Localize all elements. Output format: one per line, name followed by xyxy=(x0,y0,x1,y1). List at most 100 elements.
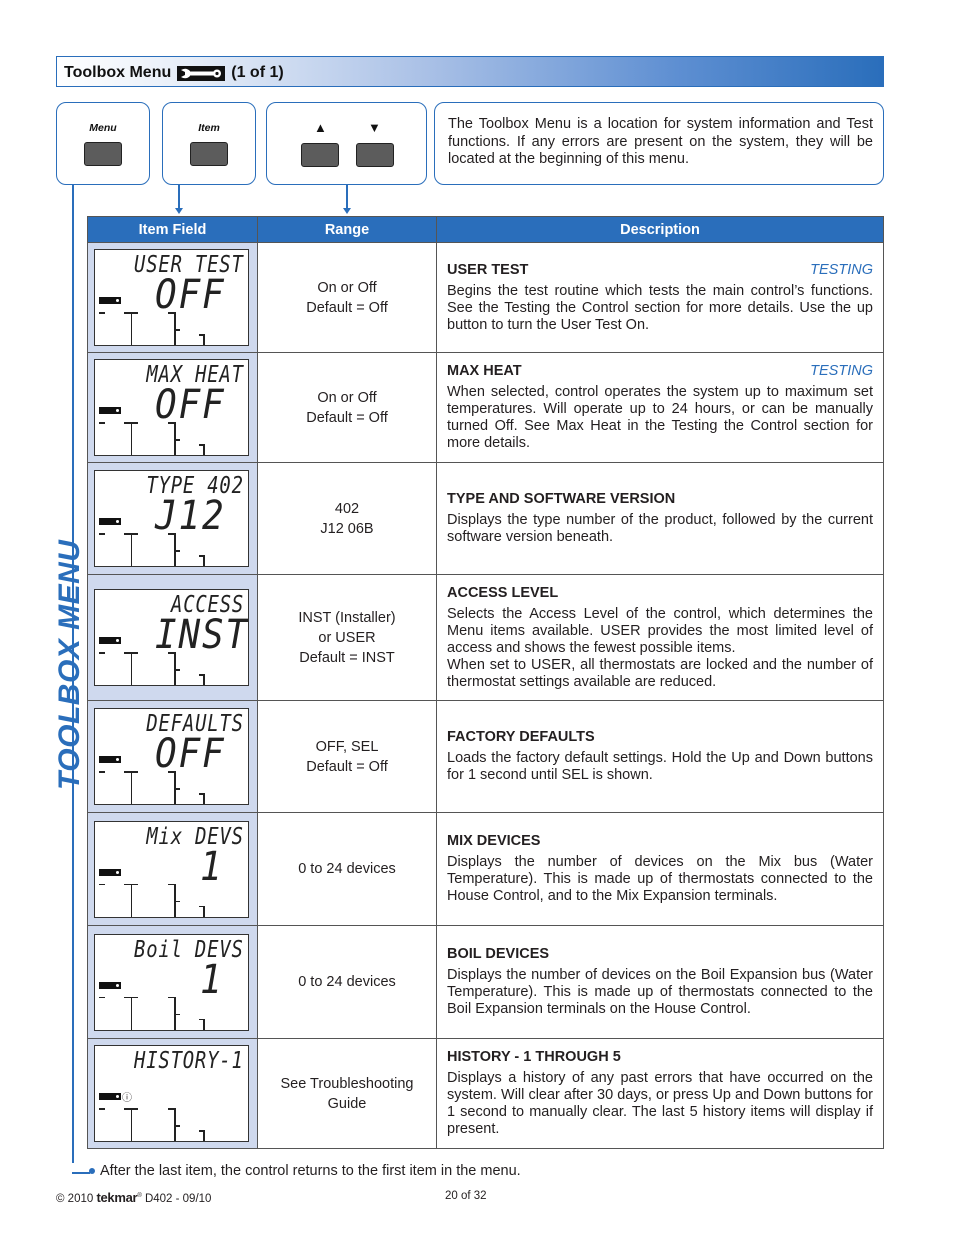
description-text: When set to USER, all thermostats are lo… xyxy=(447,656,873,690)
lcd-segment xyxy=(130,996,132,1030)
table-row: MAX HEAT OFF On or Off Default = Off MAX … xyxy=(87,352,884,463)
menu-button[interactable] xyxy=(84,142,122,166)
lcd-top-text: Mix DEVS xyxy=(146,823,244,850)
description-cell: ACCESS LEVEL Selects the Access Level of… xyxy=(436,574,884,701)
lcd-segment xyxy=(99,422,105,424)
lcd-display: DEFAULTS OFF xyxy=(94,708,249,805)
range-line: On or Off xyxy=(317,389,377,406)
lcd-segment xyxy=(99,771,105,773)
lcd-display: Boil DEVS 1 xyxy=(94,933,249,1031)
lcd-value-text: OFF xyxy=(155,731,226,777)
description-cell: TYPE AND SOFTWARE VERSION Displays the t… xyxy=(436,462,884,575)
range-connector-line xyxy=(346,185,348,209)
description-cell: USER TEST TESTING Begins the test routin… xyxy=(436,242,884,353)
copyright: © 2010 xyxy=(56,1193,94,1205)
column-header-item-field: Item Field xyxy=(87,216,258,243)
description-text: Loads the factory default settings. Hold… xyxy=(447,750,873,783)
description-text: When selected, control operates the syst… xyxy=(447,384,873,451)
description-heading-row: BOIL DEVICES xyxy=(447,946,873,963)
lcd-segment xyxy=(203,334,205,345)
range-connector-arrow xyxy=(343,208,351,214)
lcd-display: Mix DEVS 1 xyxy=(94,820,249,918)
range-cell: On or Off Default = Off xyxy=(257,242,437,353)
section-tag: TESTING xyxy=(810,363,873,379)
lcd-segment xyxy=(130,312,132,345)
item-field-cell: MAX HEAT OFF xyxy=(87,352,258,463)
lcd-segment xyxy=(130,422,132,455)
description-heading-row: TYPE AND SOFTWARE VERSION xyxy=(447,491,873,508)
range-line: J12 06B xyxy=(320,520,374,537)
range-cell: On or Off Default = Off xyxy=(257,352,437,463)
lcd-warning-icon: ⓘ xyxy=(122,1093,132,1104)
range-line: INST (Installer) xyxy=(298,609,396,626)
range-line: 0 to 24 devices xyxy=(298,974,396,990)
lcd-segment xyxy=(99,533,105,535)
lcd-value-text: J12 xyxy=(155,493,226,539)
range-cell: 402 J12 06B xyxy=(257,462,437,575)
range-line: Default = Off xyxy=(306,758,388,775)
lcd-wrench-icon xyxy=(99,297,121,304)
lcd-display: HISTORY-1 ⓘ xyxy=(94,1045,249,1142)
description-title: HISTORY - 1 THROUGH 5 xyxy=(447,1049,621,1065)
table-row: HISTORY-1 ⓘ See Troubleshooting Guide HIS… xyxy=(87,1038,884,1149)
lcd-segment xyxy=(99,652,105,654)
range-line: Guide xyxy=(327,1095,367,1112)
lcd-display: TYPE 402 J12 xyxy=(94,470,249,567)
up-arrow-icon: ▲ xyxy=(314,120,327,135)
lcd-value-text: 1 xyxy=(199,843,224,890)
item-button[interactable] xyxy=(190,142,228,166)
lcd-segment xyxy=(203,1130,205,1141)
description-title: TYPE AND SOFTWARE VERSION xyxy=(447,491,676,507)
range-cell: OFF, SEL Default = Off xyxy=(257,700,437,813)
table-row: DEFAULTS OFF OFF, SEL Default = Off FACTO… xyxy=(87,700,884,813)
range-line: Default = Off xyxy=(306,409,388,426)
item-field-cell: Mix DEVS 1 xyxy=(87,812,258,926)
brand-logo: tekmar xyxy=(96,1190,138,1205)
item-field-cell: USER TEST OFF xyxy=(87,242,258,353)
toolbox-menu-table: Item Field Range Description USER TEST O… xyxy=(87,216,884,1149)
lcd-display: MAX HEAT OFF xyxy=(94,359,249,456)
description-title: USER TEST xyxy=(447,261,529,278)
description-heading-row: USER TEST TESTING xyxy=(447,262,873,279)
item-field-cell: TYPE 402 J12 xyxy=(87,462,258,575)
lcd-segment xyxy=(130,652,132,685)
lcd-segment xyxy=(99,883,105,885)
lcd-segment xyxy=(130,533,132,566)
lcd-display: USER TEST OFF xyxy=(94,249,249,346)
down-arrow-icon: ▼ xyxy=(368,120,381,135)
section-tag: TESTING xyxy=(810,261,873,278)
up-button[interactable] xyxy=(301,143,339,167)
lcd-segment xyxy=(203,793,205,804)
range-cell: 0 to 24 devices xyxy=(257,925,437,1039)
description-heading-row: ACCESS LEVEL xyxy=(447,585,873,602)
range-line: See Troubleshooting xyxy=(280,1075,414,1092)
menu-button-panel: Menu xyxy=(56,102,150,185)
lcd-value-text: OFF xyxy=(155,382,226,428)
lcd-segment xyxy=(99,312,105,314)
description-heading-row: MIX DEVICES xyxy=(447,833,873,850)
lcd-segment xyxy=(174,1013,180,1015)
lcd-segment xyxy=(174,439,180,441)
description-cell: HISTORY - 1 THROUGH 5 Displays a history… xyxy=(436,1038,884,1149)
column-header-description: Description xyxy=(436,216,884,243)
down-button[interactable] xyxy=(356,143,394,167)
menu-button-label: Menu xyxy=(89,122,117,134)
footnote: After the last item, the control returns… xyxy=(100,1163,521,1179)
lcd-segment xyxy=(174,788,180,790)
item-field-cell: DEFAULTS OFF xyxy=(87,700,258,813)
lcd-wrench-icon xyxy=(99,637,121,644)
page-indicator: (1 of 1) xyxy=(231,64,284,81)
lcd-top-text: Boil DEVS xyxy=(134,936,244,963)
lcd-segment xyxy=(174,1125,180,1127)
lcd-top-text: HISTORY-1 xyxy=(134,1048,244,1074)
lcd-segment xyxy=(203,1018,205,1030)
table-row: Boil DEVS 1 0 to 24 devices BOIL DEVICES… xyxy=(87,925,884,1039)
lcd-value-text: OFF xyxy=(155,272,226,318)
description-text: Begins the test routine which tests the … xyxy=(447,282,873,333)
lcd-segment xyxy=(203,555,205,566)
table-row: TYPE 402 J12 402 J12 06B TYPE AND SOFTWAR… xyxy=(87,462,884,575)
range-line: On or Off xyxy=(317,279,377,296)
description-title: MIX DEVICES xyxy=(447,833,541,849)
description-cell: BOIL DEVICES Displays the number of devi… xyxy=(436,925,884,1039)
arrow-buttons-panel: ▲ ▼ xyxy=(266,102,427,185)
